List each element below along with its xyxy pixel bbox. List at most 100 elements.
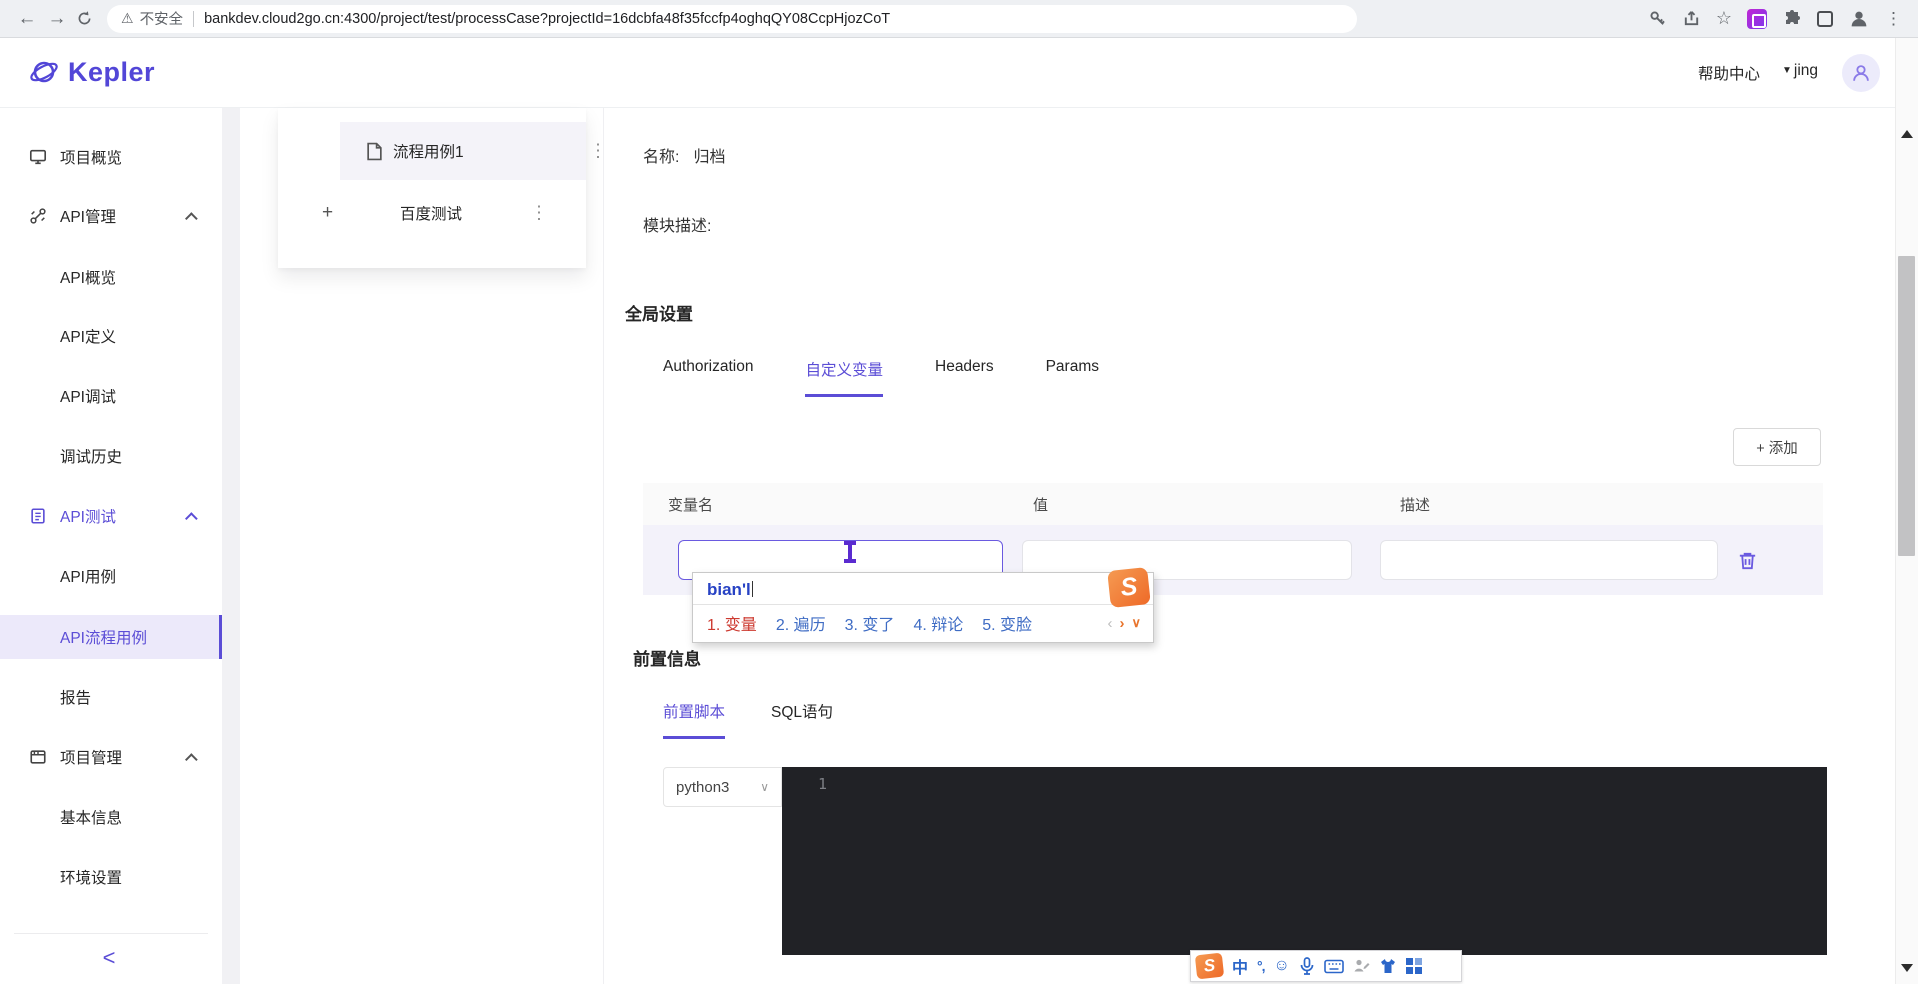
chevron-up-icon — [185, 752, 198, 766]
expand-plus-icon[interactable]: + — [322, 202, 333, 224]
sidebar-item-debug-history[interactable]: 调试历史 — [0, 434, 222, 478]
sidebar-item-report[interactable]: 报告 — [0, 675, 222, 719]
sidebar-item-project-management[interactable]: 项目管理 — [0, 735, 222, 779]
microphone-icon[interactable] — [1299, 957, 1315, 975]
more-menu-icon[interactable]: ⋮ — [530, 203, 548, 224]
reload-icon[interactable] — [76, 10, 93, 27]
forward-icon[interactable]: → — [42, 8, 72, 30]
tree-item-label: 流程用例1 — [393, 144, 464, 161]
ime-candidate-popup: bian'l 1. 变量 2. 遍历 3. 变了 4. 辩论 5. 变脸 ‹ ›… — [692, 567, 1154, 643]
browser-menu-icon[interactable]: ⋮ — [1885, 9, 1902, 29]
ime-candidate-list: 1. 变量 2. 遍历 3. 变了 4. 辩论 5. 变脸 ‹ › ∨ — [693, 605, 1153, 642]
sidebar-item-api-debug[interactable]: API调试 — [0, 374, 222, 418]
column-header-variable-name: 变量名 — [668, 496, 714, 514]
ime-candidate-5[interactable]: 5. 变脸 — [982, 611, 1032, 635]
pre-info-title: 前置信息 — [633, 650, 701, 669]
ime-composition-text: bian'l — [707, 580, 751, 599]
ime-punctuation-icon[interactable]: °, — [1257, 958, 1265, 974]
module-desc-label: 模块描述: — [643, 218, 712, 235]
sogou-logo-icon[interactable]: S — [1194, 952, 1225, 980]
monitor-icon — [28, 147, 48, 167]
address-divider — [193, 10, 195, 27]
handwriting-icon[interactable] — [1353, 958, 1370, 974]
tree-item-process-case-1[interactable]: 流程用例1 ⋮ — [340, 122, 607, 180]
avatar[interactable] — [1842, 54, 1880, 92]
sidebar-item-label: 基本信息 — [60, 810, 123, 827]
key-icon[interactable] — [1648, 9, 1667, 28]
scrollbar-down-arrow[interactable] — [1901, 964, 1913, 972]
add-variable-button[interactable]: + 添加 — [1733, 428, 1821, 466]
ime-mode-chinese[interactable]: 中 — [1232, 954, 1248, 978]
warning-icon: ⚠ — [121, 10, 134, 26]
tab-authorization[interactable]: Authorization — [663, 358, 753, 397]
chevron-up-icon — [185, 211, 198, 225]
puzzle-icon[interactable] — [1782, 9, 1802, 29]
more-menu-icon[interactable]: ⋮ — [589, 141, 607, 162]
back-icon[interactable]: ← — [12, 8, 42, 30]
ime-toolbar: S 中 °, ☺ — [1190, 950, 1462, 982]
app-logo[interactable]: Kepler — [28, 56, 155, 88]
sidebar-scroll-track[interactable] — [222, 108, 240, 984]
help-center-link[interactable]: 帮助中心 — [1698, 62, 1760, 84]
ime-candidate-1[interactable]: 1. 变量 — [707, 611, 757, 635]
sidebar-item-label: 项目管理 — [60, 750, 123, 767]
share-icon[interactable] — [1682, 9, 1701, 28]
sidebar-divider — [14, 933, 208, 934]
user-dropdown[interactable]: ▼ jing — [1782, 62, 1818, 80]
sidebar-item-api-overview[interactable]: API概览 — [0, 255, 222, 299]
name-value: 归档 — [693, 149, 726, 166]
tree-item-baidu-test[interactable]: + 百度测试 ⋮ — [278, 185, 586, 241]
content-divider — [603, 108, 604, 984]
case-name-row: 名称: 归档 — [643, 143, 725, 167]
sidebar-item-env-settings[interactable]: 环境设置 — [0, 855, 222, 899]
ime-candidate-4[interactable]: 4. 辩论 — [913, 611, 963, 635]
ime-next-page-icon[interactable]: › — [1119, 615, 1124, 632]
address-bar[interactable]: ⚠ 不安全 bankdev.cloud2go.cn:4300/project/t… — [107, 4, 1357, 33]
tab-custom-variables[interactable]: 自定义变量 — [805, 358, 883, 397]
sidebar-item-label: API流程用例 — [60, 630, 147, 647]
scrollbar-up-arrow[interactable] — [1901, 130, 1913, 138]
pre-info-tabs: 前置脚本 SQL语句 — [663, 700, 833, 739]
sidebar-item-api-definition[interactable]: API定义 — [0, 314, 222, 358]
ime-prev-page-icon[interactable]: ‹ — [1107, 615, 1112, 632]
username: jing — [1793, 62, 1819, 79]
module-desc-row: 模块描述: — [643, 212, 711, 236]
variable-description-input[interactable] — [1380, 540, 1718, 580]
sidebar-item-label: API定义 — [60, 329, 116, 346]
ime-candidate-3[interactable]: 3. 变了 — [845, 611, 895, 635]
toolbox-grid-icon[interactable] — [1405, 958, 1422, 974]
delete-row-icon[interactable] — [1736, 549, 1759, 577]
ime-composition: bian'l — [693, 573, 1153, 605]
sidebar-item-api-case[interactable]: API用例 — [0, 554, 222, 598]
tab-headers[interactable]: Headers — [935, 358, 994, 397]
sidebar-collapse-button[interactable]: < — [84, 945, 134, 971]
side-panel-icon[interactable] — [1817, 10, 1833, 27]
sidebar: 项目概览 API管理 API概览 API定义 API调试 调试历史 API测试 … — [0, 108, 222, 984]
browser-actions: ☆ ⋮ — [1648, 8, 1906, 30]
sidebar-item-label: 项目概览 — [60, 150, 123, 167]
tab-pre-script[interactable]: 前置脚本 — [663, 700, 726, 739]
sidebar-item-project-overview[interactable]: 项目概览 — [0, 135, 222, 179]
tab-params[interactable]: Params — [1046, 358, 1099, 397]
code-editor[interactable]: 1 — [782, 767, 1827, 955]
case-tree-panel: 流程用例1 ⋮ + 百度测试 ⋮ — [278, 108, 607, 268]
tab-sql-statement[interactable]: SQL语句 — [771, 700, 833, 739]
sidebar-item-api-management[interactable]: API管理 — [0, 194, 222, 238]
extension-badge-icon[interactable] — [1747, 8, 1767, 29]
url-text[interactable]: bankdev.cloud2go.cn:4300/project/test/pr… — [204, 11, 890, 27]
sidebar-item-api-test[interactable]: API测试 — [0, 494, 222, 538]
document-icon — [366, 142, 383, 161]
emoji-icon[interactable]: ☺ — [1274, 957, 1290, 975]
sidebar-item-basic-info[interactable]: 基本信息 — [0, 795, 222, 839]
language-select[interactable]: python3 ∨ — [663, 767, 782, 807]
sidebar-item-label: API调试 — [60, 389, 116, 406]
keyboard-icon[interactable] — [1324, 959, 1344, 974]
ime-candidate-2[interactable]: 2. 遍历 — [776, 611, 826, 635]
sidebar-item-api-process-case[interactable]: API流程用例 — [0, 615, 222, 659]
page-scrollbar-thumb[interactable] — [1898, 256, 1915, 556]
column-header-value: 值 — [1033, 496, 1049, 514]
bookmark-star-icon[interactable]: ☆ — [1716, 8, 1732, 29]
profile-icon[interactable] — [1848, 8, 1870, 30]
skin-shirt-icon[interactable] — [1379, 958, 1397, 974]
ime-expand-icon[interactable]: ∨ — [1131, 615, 1141, 631]
